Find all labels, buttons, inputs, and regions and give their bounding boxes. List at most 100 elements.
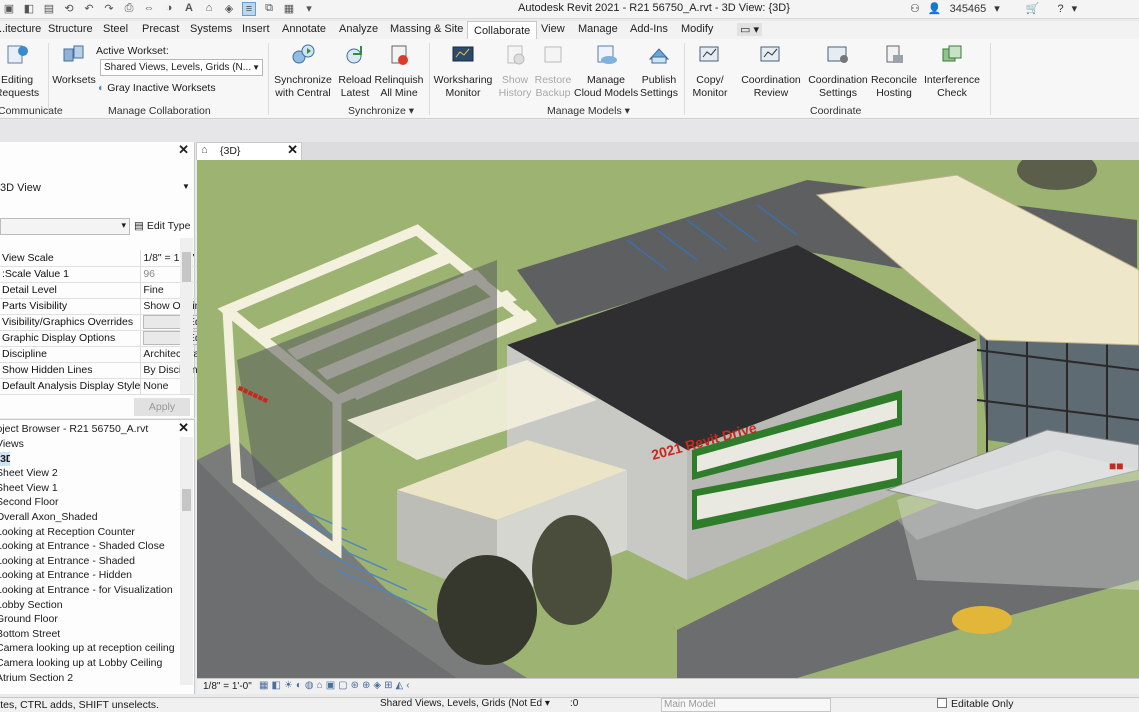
- browser-item[interactable]: Looking at Entrance - for Visualization: [0, 583, 178, 598]
- close-icon[interactable]: ✕: [287, 142, 298, 158]
- open-icon[interactable]: ◧: [22, 2, 36, 16]
- browser-item[interactable]: Looking at Entrance - Shaded: [0, 554, 178, 569]
- show-history-button[interactable]: Show History: [497, 43, 533, 100]
- tab-collaborate[interactable]: Collaborate: [467, 21, 538, 40]
- redo-icon[interactable]: ↷: [102, 2, 116, 16]
- contextual-dropdown-icon[interactable]: ▭ ▾: [737, 23, 762, 36]
- manage-cloud-models-button[interactable]: Manage Cloud Models: [574, 43, 638, 100]
- publish-settings-button[interactable]: Publish Settings: [638, 43, 680, 100]
- worksets-button[interactable]: Worksets: [52, 43, 96, 87]
- browser-item[interactable]: Sheet View 2: [0, 466, 178, 481]
- scrollbar-thumb[interactable]: [182, 489, 191, 511]
- lock-view-icon[interactable]: ⌂: [317, 680, 323, 691]
- detail-level-icon[interactable]: ▦: [259, 680, 268, 691]
- scrollbar-thumb[interactable]: [182, 252, 191, 282]
- active-workset-dropdown[interactable]: Shared Views, Levels, Grids (N... ▼: [100, 59, 263, 76]
- instance-filter-dropdown[interactable]: ▾: [0, 218, 130, 235]
- help-dropdown-icon[interactable]: ▾: [1072, 2, 1078, 15]
- section-icon[interactable]: ◈: [222, 2, 236, 16]
- close-icon[interactable]: ✕: [178, 420, 189, 436]
- cart-icon[interactable]: 🛒: [1026, 2, 1040, 15]
- worksharing-monitor-button[interactable]: Worksharing Monitor: [433, 43, 493, 100]
- highlight-displacement-icon[interactable]: ◭: [395, 680, 403, 691]
- tab-precast[interactable]: Precast: [142, 23, 179, 35]
- binoculars-icon[interactable]: ⚇: [910, 2, 920, 15]
- interference-check-button[interactable]: Interference Check: [922, 43, 982, 100]
- tab-annotate[interactable]: Annotate: [282, 23, 326, 35]
- user-name[interactable]: 345465: [950, 3, 987, 15]
- browser-item[interactable]: Sheet View 1: [0, 481, 178, 496]
- browser-item[interactable]: Looking at Entrance - Shaded Close: [0, 539, 178, 554]
- browser-item[interactable]: Second Floor: [0, 495, 178, 510]
- browser-item[interactable]: Bottom Street: [0, 627, 178, 642]
- browser-item[interactable]: Atrium Section 2: [0, 671, 178, 686]
- tab-insert[interactable]: Insert: [242, 23, 270, 35]
- reconcile-hosting-button[interactable]: Reconcile Hosting: [870, 43, 918, 100]
- tab-structure[interactable]: Structure: [48, 23, 93, 35]
- switch-windows-icon[interactable]: ▦: [282, 2, 296, 16]
- browser-item[interactable]: Overall Axon_Shaded: [0, 510, 178, 525]
- tab-view[interactable]: View: [541, 23, 565, 35]
- tab-systems[interactable]: Systems: [190, 23, 232, 35]
- properties-scrollbar[interactable]: [180, 238, 193, 394]
- qat-dropdown-icon[interactable]: ▾: [302, 2, 316, 16]
- visual-style-icon[interactable]: ◧: [271, 680, 280, 691]
- reveal-hidden-icon[interactable]: ⊕: [362, 680, 370, 691]
- worksharing-display-icon[interactable]: ◈: [373, 680, 381, 691]
- sync-icon[interactable]: ⟲: [62, 2, 76, 16]
- browser-item[interactable]: {3D}: [0, 451, 10, 467]
- view-tab-3d[interactable]: ⌂ {3D} ✕: [196, 142, 302, 160]
- browser-item[interactable]: Ground Floor: [0, 612, 178, 627]
- browser-item[interactable]: Camera looking up at reception ceiling: [0, 641, 178, 656]
- browser-item[interactable]: Looking at Entrance - Hidden: [0, 568, 178, 583]
- browser-item[interactable]: Views: [0, 437, 178, 452]
- 3d-viewport[interactable]: 2021 Revit Drive ■■■■■■ ■■: [197, 150, 1139, 678]
- show-crop-icon[interactable]: ▢: [338, 680, 347, 691]
- shadows-icon[interactable]: ◐: [296, 680, 302, 691]
- coordination-settings-button[interactable]: Coordination Settings: [806, 43, 870, 100]
- close-hidden-icon[interactable]: ⧉: [262, 2, 276, 16]
- undo-icon[interactable]: ↶: [82, 2, 96, 16]
- close-icon[interactable]: ✕: [178, 142, 189, 158]
- type-selector[interactable]: 3D View ▼: [0, 182, 190, 194]
- render-icon[interactable]: ◍: [305, 680, 314, 691]
- tab-architecture[interactable]: ...itecture: [0, 23, 41, 35]
- user-icon[interactable]: 👤: [928, 2, 942, 15]
- tab-analyze[interactable]: Analyze: [339, 23, 378, 35]
- chevron-left-icon[interactable]: ‹: [406, 680, 409, 691]
- tab-steel[interactable]: Steel: [103, 23, 128, 35]
- tab-modify[interactable]: Modify: [681, 23, 713, 35]
- thin-lines-icon[interactable]: ≡: [242, 2, 256, 16]
- tag-icon[interactable]: ◑: [162, 2, 176, 16]
- editing-requests-button[interactable]: Editing Requests: [0, 43, 40, 100]
- copy-monitor-button[interactable]: Copy/ Monitor: [688, 43, 732, 100]
- edit-type-button[interactable]: ▤ Edit Type: [134, 220, 190, 232]
- user-dropdown-icon[interactable]: ▾: [994, 2, 1000, 15]
- gray-inactive-worksets-button[interactable]: ◐ Gray Inactive Worksets: [98, 82, 216, 94]
- checkbox[interactable]: [937, 698, 947, 708]
- browser-item[interactable]: Lobby Section: [0, 598, 178, 613]
- browser-scrollbar[interactable]: [180, 437, 193, 685]
- reload-latest-button[interactable]: Reload Latest: [337, 43, 373, 100]
- measure-icon[interactable]: ⇔: [142, 2, 156, 16]
- tab-manage[interactable]: Manage: [578, 23, 618, 35]
- view-scale[interactable]: 1/8" = 1'-0": [203, 681, 252, 692]
- editable-only-toggle[interactable]: Editable Only: [937, 698, 1013, 710]
- crop-view-icon[interactable]: ▣: [326, 680, 335, 691]
- restore-backup-button[interactable]: Restore Backup: [534, 43, 572, 100]
- tab-massing-site[interactable]: Massing & Site: [390, 23, 463, 35]
- apply-button[interactable]: Apply: [134, 398, 190, 416]
- temp-hide-icon[interactable]: ⊛: [351, 680, 359, 691]
- tab-add-ins[interactable]: Add-Ins: [630, 23, 668, 35]
- coordination-review-button[interactable]: Coordination Review: [738, 43, 804, 100]
- text-icon[interactable]: A: [182, 2, 196, 16]
- design-option-dropdown[interactable]: Main Model: [661, 698, 831, 712]
- revit-logo-icon[interactable]: ▣: [2, 2, 16, 16]
- 3d-view-icon[interactable]: ⌂: [202, 2, 216, 16]
- help-icon[interactable]: ?: [1058, 3, 1064, 15]
- sun-path-icon[interactable]: ☀: [284, 680, 293, 691]
- synchronize-with-central-button[interactable]: Synchronize with Central: [272, 43, 334, 100]
- status-workset-dropdown[interactable]: Shared Views, Levels, Grids (Not Ed ▾: [362, 698, 550, 712]
- browser-item[interactable]: Looking at Reception Counter: [0, 525, 178, 540]
- relinquish-all-mine-button[interactable]: Relinquish All Mine: [374, 43, 424, 100]
